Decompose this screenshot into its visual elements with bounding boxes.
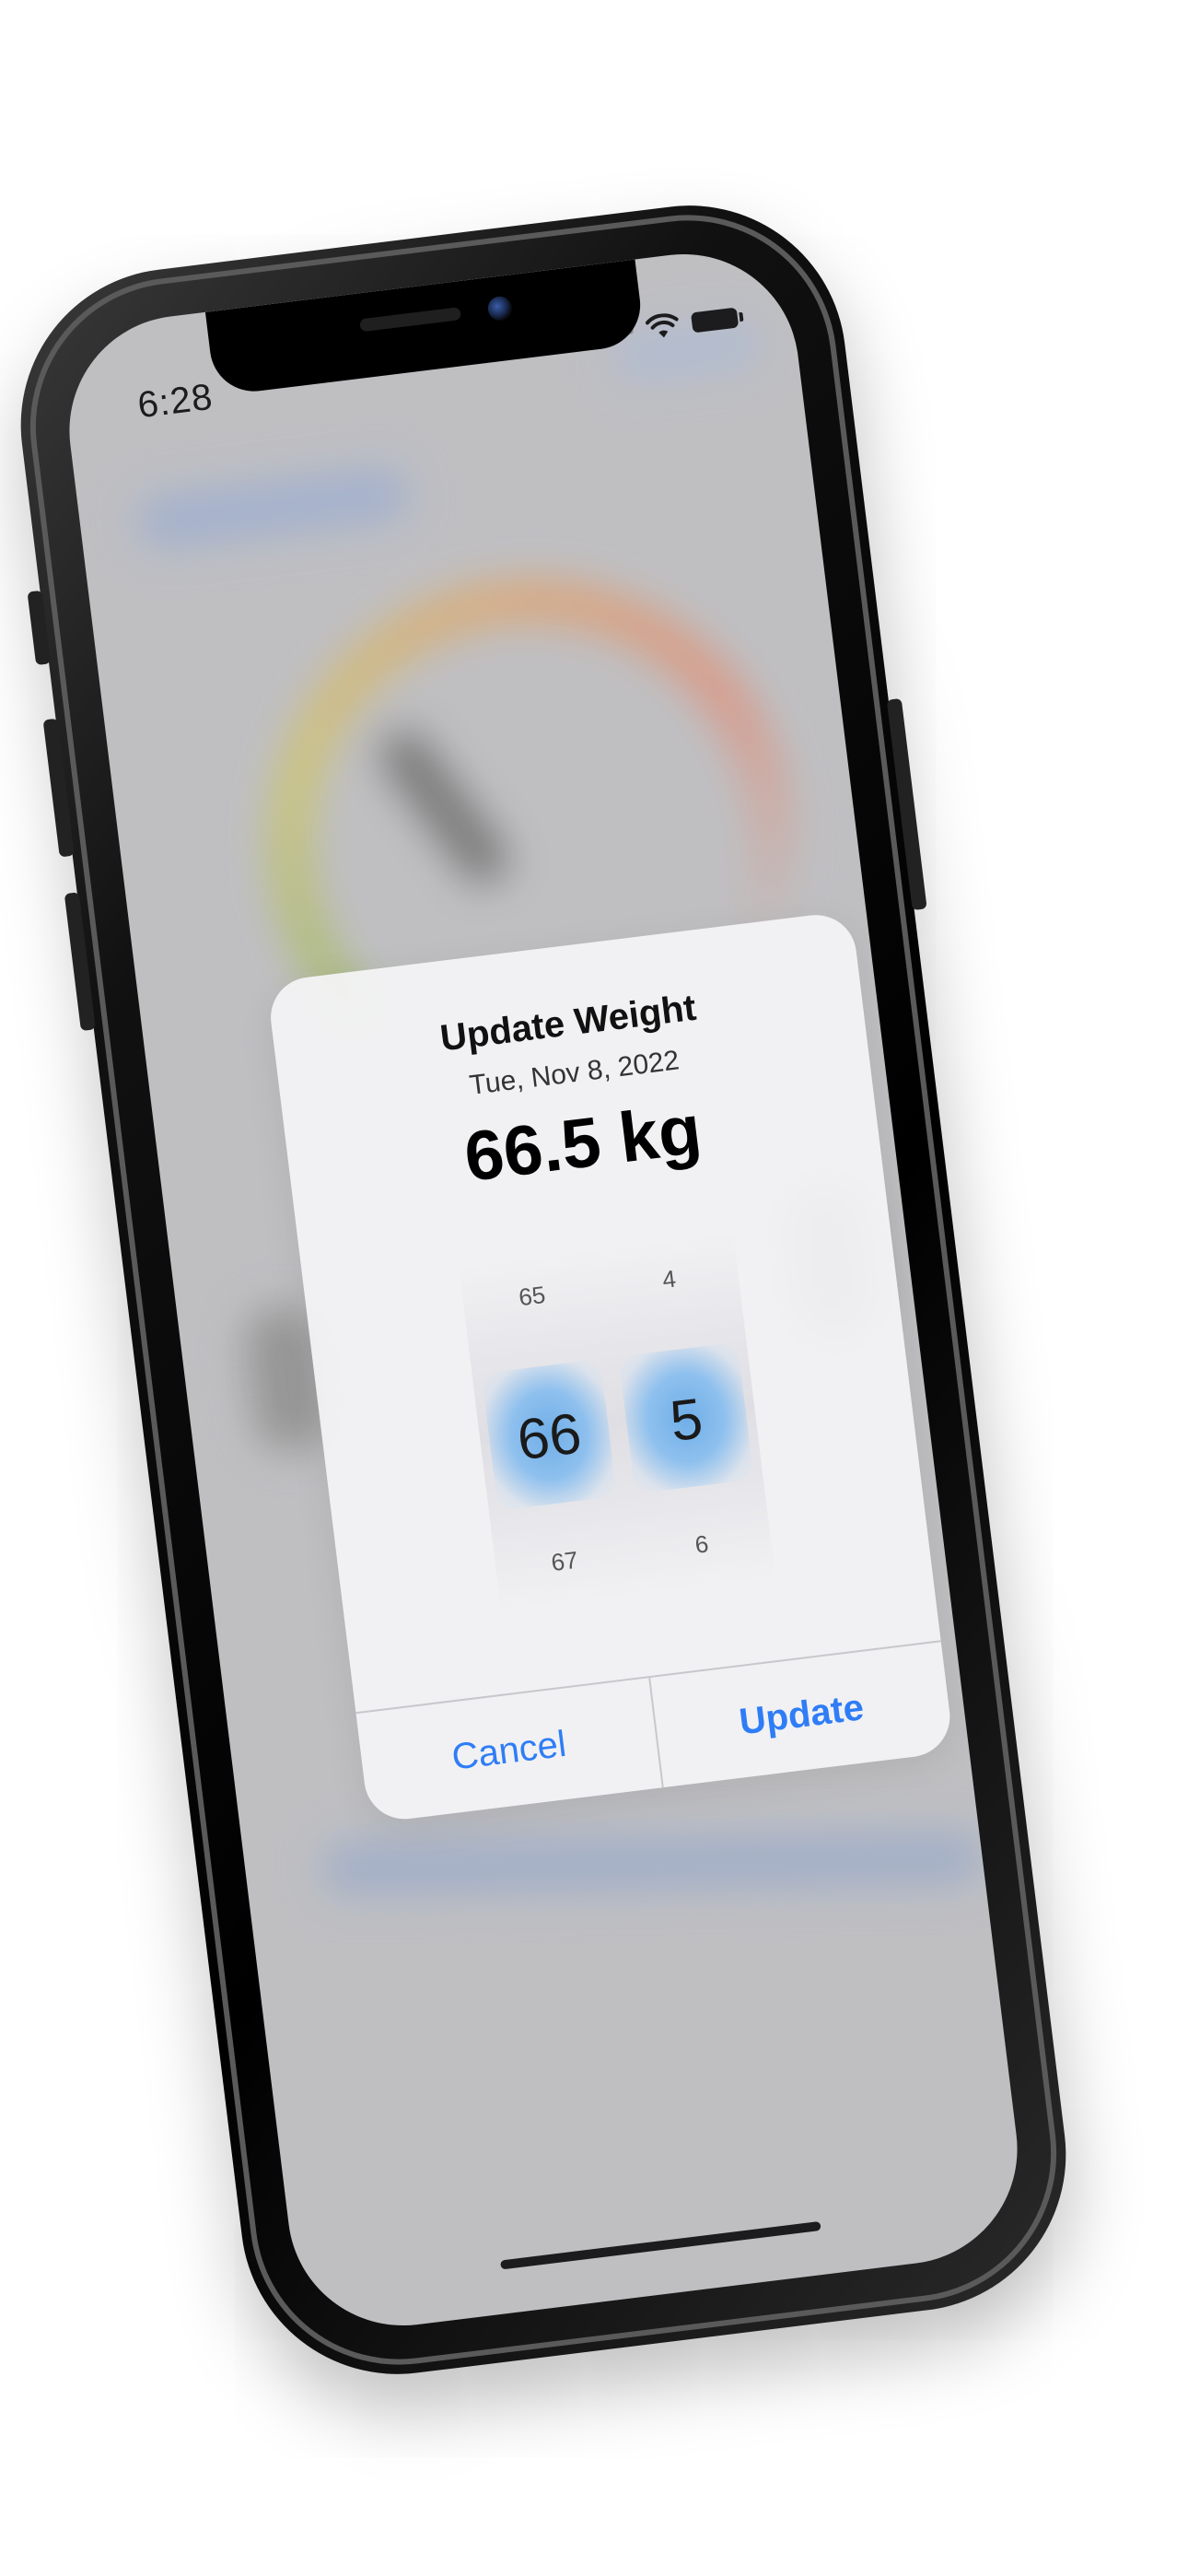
phone-device: 6:28 Update Weight Tue, Nov 8, 2022 66.5… [3,187,1084,2393]
front-camera [486,295,514,322]
silent-switch [27,590,52,666]
picker-option[interactable]: 65 [461,1274,602,1319]
picker-option[interactable]: 4 [599,1257,740,1302]
earpiece-speaker [359,307,462,333]
battery-icon [690,307,740,334]
weight-picker[interactable]: 65 66 67 4 5 6 [459,1231,776,1613]
picker-option[interactable]: 67 [495,1539,635,1584]
wifi-icon [645,311,681,341]
marketing-stage: 6:28 Update Weight Tue, Nov 8, 2022 66.5… [0,0,1188,2576]
update-weight-dialog: Update Weight Tue, Nov 8, 2022 66.5 kg 6… [266,910,955,1824]
phone-screen: 6:28 Update Weight Tue, Nov 8, 2022 66.5… [56,240,1031,2339]
picker-option[interactable]: 6 [632,1522,773,1567]
